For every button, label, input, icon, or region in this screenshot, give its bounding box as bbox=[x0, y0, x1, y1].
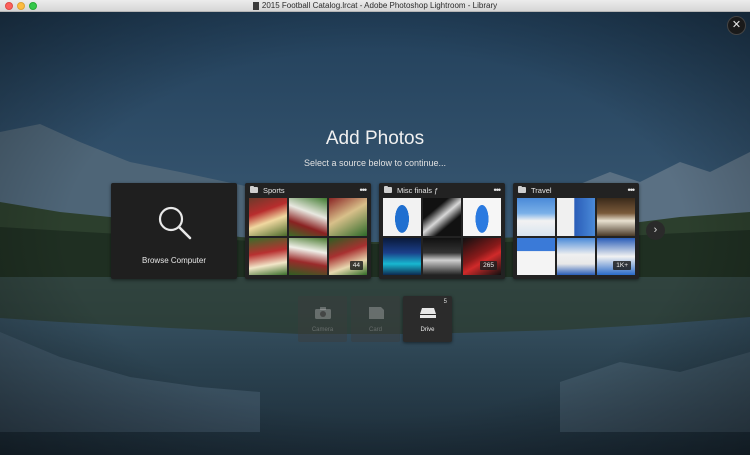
thumbnail bbox=[557, 198, 595, 236]
device-label: Card bbox=[368, 327, 382, 333]
camera-icon bbox=[315, 307, 331, 319]
thumbnail bbox=[249, 198, 287, 236]
collection-thumbnails: 44 bbox=[249, 198, 367, 275]
thumbnail: 44 bbox=[329, 237, 367, 275]
collection-thumbnails: 1K+ bbox=[517, 198, 635, 275]
folder-icon bbox=[250, 186, 258, 193]
window-title: 2015 Football Catalog.lrcat - Adobe Phot… bbox=[261, 1, 498, 10]
more-options-icon[interactable]: ••• bbox=[494, 186, 502, 195]
card-icon bbox=[369, 307, 384, 319]
photo-count-badge: 265 bbox=[480, 261, 497, 270]
thumbnail bbox=[329, 198, 367, 236]
thumbnail bbox=[423, 198, 461, 236]
collection-header: Travel ••• bbox=[513, 183, 639, 197]
thumbnail bbox=[383, 198, 421, 236]
thumbnail bbox=[289, 198, 327, 236]
collection-thumbnails: 265 bbox=[383, 198, 501, 275]
thumbnail bbox=[289, 237, 327, 275]
dialog-subtitle: Select a source below to continue... bbox=[303, 158, 447, 168]
photo-count-badge: 1K+ bbox=[613, 261, 631, 270]
drive-source-button[interactable]: 5 Drive bbox=[403, 296, 452, 342]
collection-card-misc-finals[interactable]: Misc finals ƒ ••• 265 bbox=[379, 183, 505, 279]
thumbnail bbox=[423, 237, 461, 275]
drive-count-badge: 5 bbox=[443, 299, 447, 305]
collection-header: Sports ••• bbox=[245, 183, 371, 197]
thumbnail bbox=[383, 237, 421, 275]
window-minimize-button[interactable] bbox=[17, 2, 25, 10]
window-zoom-button[interactable] bbox=[29, 2, 37, 10]
thumbnail bbox=[517, 237, 555, 275]
browse-computer-label: Browse Computer bbox=[141, 256, 207, 265]
folder-icon bbox=[518, 186, 526, 193]
photo-count-badge: 44 bbox=[349, 261, 363, 270]
collection-card-sports[interactable]: Sports ••• 44 bbox=[245, 183, 371, 279]
more-options-icon[interactable]: ••• bbox=[628, 186, 636, 195]
thumbnail bbox=[557, 237, 595, 275]
window-close-button[interactable] bbox=[5, 2, 13, 10]
more-options-icon[interactable]: ••• bbox=[360, 186, 368, 195]
window-titlebar: 2015 Football Catalog.lrcat - Adobe Phot… bbox=[0, 0, 750, 12]
device-label: Camera bbox=[311, 327, 334, 333]
collection-card-travel[interactable]: Travel ••• 1K+ bbox=[513, 183, 639, 279]
collection-title: Sports bbox=[263, 185, 285, 195]
collection-header: Misc finals ƒ ••• bbox=[379, 183, 505, 197]
thumbnail bbox=[463, 198, 501, 236]
browse-computer-card[interactable]: Browse Computer bbox=[111, 183, 237, 279]
dialog-title: Add Photos bbox=[325, 128, 425, 149]
device-label: Drive bbox=[420, 327, 435, 333]
window-controls bbox=[5, 2, 37, 10]
thumbnail: 265 bbox=[463, 237, 501, 275]
next-page-button[interactable]: › bbox=[646, 221, 665, 240]
collection-title: Travel bbox=[531, 185, 552, 195]
thumbnail: 1K+ bbox=[597, 237, 635, 275]
thumbnail bbox=[249, 237, 287, 275]
document-icon bbox=[252, 1, 259, 10]
close-dialog-button[interactable]: ✕ bbox=[727, 16, 746, 35]
camera-source-button[interactable]: Camera bbox=[298, 296, 347, 342]
search-icon bbox=[158, 206, 192, 240]
collection-title: Misc finals ƒ bbox=[397, 185, 439, 195]
drive-icon bbox=[420, 308, 436, 318]
folder-icon bbox=[384, 186, 392, 193]
thumbnail bbox=[597, 198, 635, 236]
thumbnail bbox=[517, 198, 555, 236]
card-source-button[interactable]: Card bbox=[351, 296, 400, 342]
